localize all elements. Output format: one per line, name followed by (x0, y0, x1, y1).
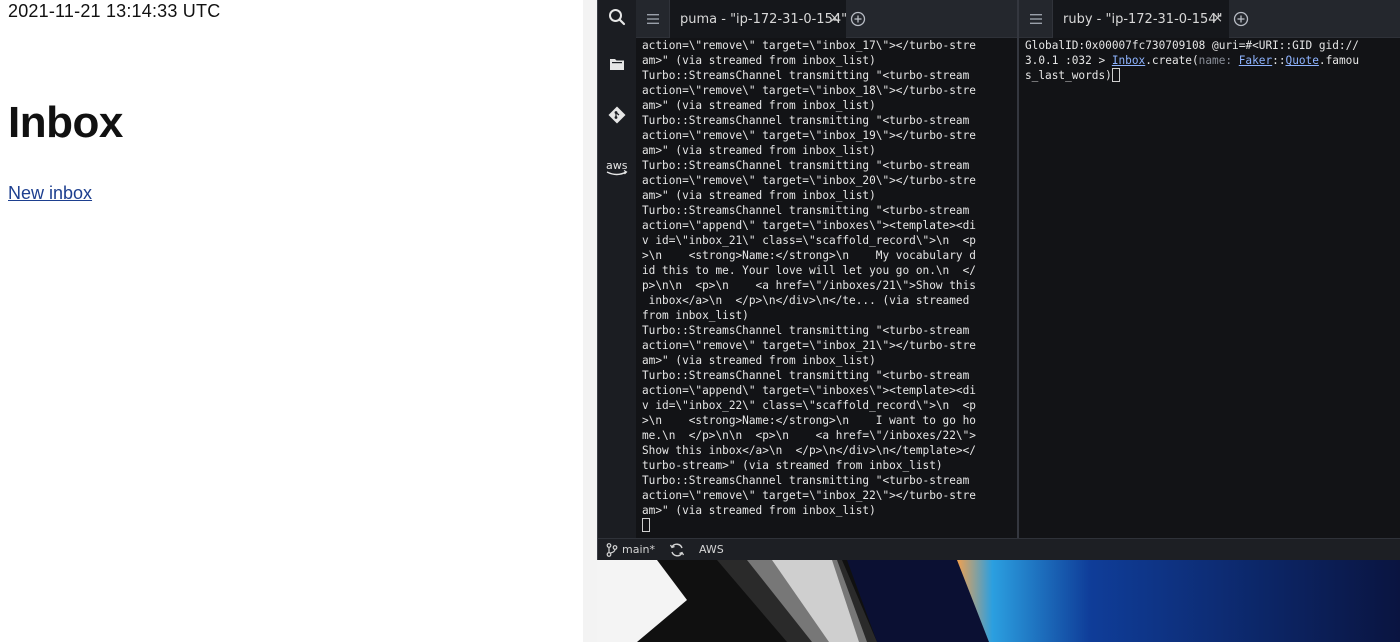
terminal-line: Turbo::StreamsChannel transmitting "<tur… (642, 69, 970, 82)
terminal-prompt (642, 518, 1013, 533)
terminal-line: id this to me. Your love will let you go… (642, 264, 976, 277)
hamburger-menu-icon[interactable] (636, 0, 670, 38)
terminal-line: am>" (via streamed from inbox_list) (642, 99, 876, 112)
terminal-line: turbo-stream>" (via streamed from inbox_… (642, 459, 943, 472)
terminal-line: am>" (via streamed from inbox_list) (642, 144, 876, 157)
hamburger-menu-icon[interactable] (1019, 0, 1053, 38)
code-separator: :: (1272, 54, 1286, 67)
terminal-line: >\n <strong>Name:</strong>\n My vocabula… (642, 249, 976, 262)
files-icon[interactable] (604, 51, 630, 77)
aws-icon-label: aws (606, 159, 628, 172)
timestamp-text: 2021-11-21 13:14:33 UTC (8, 1, 221, 21)
terminal-output[interactable]: action=\"remove\" target=\"inbox_17\"></… (636, 38, 1017, 538)
terminal-line: v id=\"inbox_22\" class=\"scaffold_recor… (642, 399, 976, 412)
terminal-line: action=\"append\" target=\"inboxes\"><te… (642, 384, 976, 397)
terminal-line: action=\"remove\" target=\"inbox_21\"></… (642, 339, 976, 352)
terminal-pane-puma: puma - "ip-172-31-0-154" × action=\"remo… (636, 0, 1017, 538)
code-constant: Quote (1285, 54, 1319, 67)
code-constant: Faker (1238, 54, 1273, 67)
branch-label: main* (622, 543, 655, 556)
terminal-line: action=\"remove\" target=\"inbox_20\"></… (642, 174, 976, 187)
terminal-line: action=\"remove\" target=\"inbox_22\"></… (642, 489, 976, 502)
terminal-tabbar: ruby - "ip-172-31-0-154" × (1019, 0, 1400, 38)
terminal-cursor (642, 518, 650, 532)
terminal-line: action=\"remove\" target=\"inbox_18\"></… (642, 84, 976, 97)
terminal-line: Turbo::StreamsChannel transmitting "<tur… (642, 204, 970, 217)
terminal-line: Turbo::StreamsChannel transmitting "<tur… (642, 114, 970, 127)
code-param: name: (1198, 54, 1239, 67)
terminal-line: action=\"remove\" target=\"inbox_17\"></… (642, 39, 976, 52)
terminal-line: GlobalID:0x00007fc730709108 @uri=#<URI::… (1025, 39, 1359, 52)
code-constant: Inbox (1111, 54, 1146, 67)
tab-title: puma - "ip-172-31-0-154" (680, 11, 848, 27)
terminal-line: Turbo::StreamsChannel transmitting "<tur… (642, 369, 970, 382)
terminal-line: action=\"remove\" target=\"inbox_19\"></… (642, 129, 976, 142)
code-tail: .famou (1318, 54, 1359, 67)
terminal-line: Turbo::StreamsChannel transmitting "<tur… (642, 324, 970, 337)
terminal-line: am>" (via streamed from inbox_list) (642, 54, 876, 67)
new-inbox-link[interactable]: New inbox (8, 183, 92, 204)
tab-title: ruby - "ip-172-31-0-154" (1063, 11, 1223, 27)
branch-icon (606, 542, 618, 557)
aws-status[interactable]: AWS (699, 543, 724, 556)
terminal-tabbar: puma - "ip-172-31-0-154" × (636, 0, 1017, 38)
terminal-line: action=\"append\" target=\"inboxes\"><te… (642, 219, 976, 232)
close-icon[interactable]: × (1212, 11, 1223, 26)
editor-window: aws puma - "ip-172-31-0-154" × action=\"… (597, 0, 1400, 560)
terminal-line: Turbo::StreamsChannel transmitting "<tur… (642, 474, 970, 487)
irb-prompt: 3.0.1 :032 > (1025, 54, 1112, 67)
add-tab-icon[interactable] (848, 9, 868, 29)
aws-icon[interactable]: aws (604, 155, 630, 181)
terminal-line: 3.0.1 :032 > Inbox.create(name: Faker::Q… (1025, 53, 1397, 68)
tab-ruby[interactable]: ruby - "ip-172-31-0-154" × (1053, 0, 1229, 38)
browser-page: 2021-11-21 13:14:33 UTC Inbox New inbox (0, 0, 583, 642)
terminal-output[interactable]: GlobalID:0x00007fc730709108 @uri=#<URI::… (1019, 38, 1400, 538)
terminal-line: p>\n\n <p>\n <a href=\"/inboxes/21\">Sho… (642, 279, 976, 292)
git-icon[interactable] (604, 102, 630, 128)
terminal-line: am>" (via streamed from inbox_list) (642, 354, 876, 367)
terminal-line: inbox</a>\n </p>\n</div>\n</te... (via s… (642, 294, 970, 307)
search-icon[interactable] (604, 4, 630, 30)
terminal-line: am>" (via streamed from inbox_list) (642, 504, 876, 517)
tab-puma[interactable]: puma - "ip-172-31-0-154" × (670, 0, 848, 38)
terminal-line: s_last_words) (1025, 68, 1397, 83)
window-gap (583, 0, 597, 642)
terminal-line: Turbo::StreamsChannel transmitting "<tur… (642, 159, 970, 172)
page-title: Inbox (8, 98, 123, 147)
terminal-line: Show this inbox</a>\n </p>\n</div>\n</te… (642, 444, 976, 457)
status-bar: main* AWS (598, 538, 1400, 560)
terminal-line: am>" (via streamed from inbox_list) (642, 189, 876, 202)
close-icon[interactable]: × (829, 11, 840, 26)
terminal-line: v id=\"inbox_21\" class=\"scaffold_recor… (642, 234, 976, 247)
terminal-cursor (1111, 68, 1120, 82)
add-tab-icon[interactable] (1231, 9, 1251, 29)
sync-icon[interactable] (669, 543, 685, 557)
terminal-line: >\n <strong>Name:</strong>\n I want to g… (642, 414, 976, 427)
code-line: s_last_words) (1025, 69, 1112, 82)
terminal-line: me.\n </p>\n\n <p>\n <a href=\"/inboxes/… (642, 429, 976, 442)
terminal-line: from inbox_list) (642, 309, 749, 322)
desktop-wallpaper (597, 560, 1400, 642)
activity-bar: aws (598, 0, 636, 538)
terminal-pane-ruby: ruby - "ip-172-31-0-154" × GlobalID:0x00… (1019, 0, 1400, 538)
git-branch-status[interactable]: main* (606, 542, 655, 557)
terminal-log: action=\"remove\" target=\"inbox_17\"></… (642, 38, 1013, 518)
code-method: .create( (1145, 54, 1199, 67)
aws-status-label: AWS (698, 543, 724, 556)
